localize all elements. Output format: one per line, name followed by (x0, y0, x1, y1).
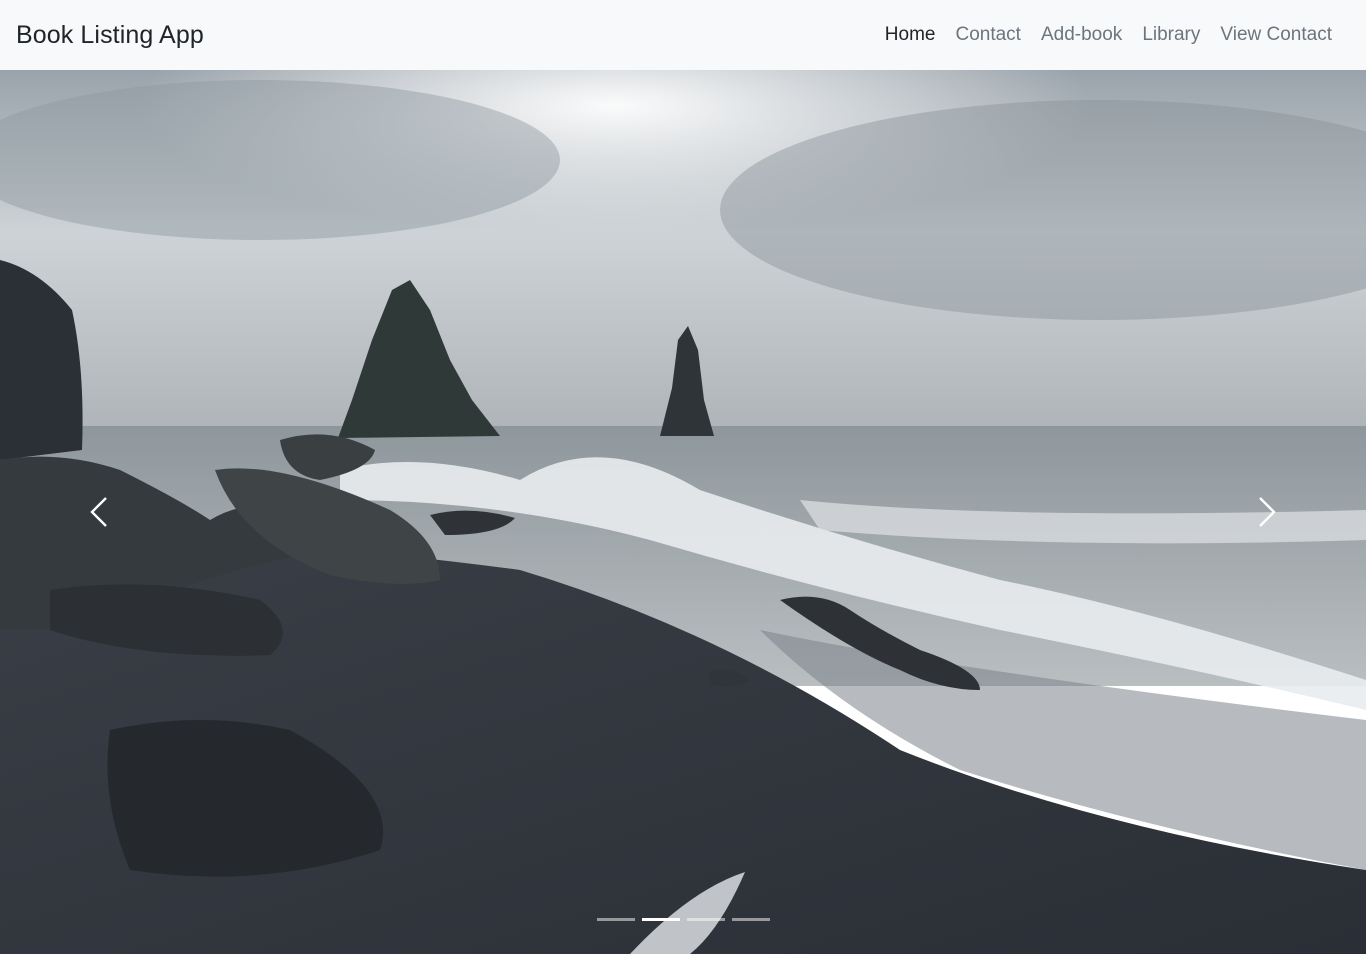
nav-link-home[interactable]: Home (875, 24, 946, 46)
carousel-indicator-1[interactable] (596, 918, 635, 921)
chevron-right-icon (1259, 497, 1276, 527)
carousel-indicator-4[interactable] (731, 918, 770, 921)
image-carousel (0, 70, 1366, 954)
navbar: Book Listing App Home Contact Add-book L… (0, 0, 1366, 70)
carousel-indicators (0, 918, 1366, 921)
nav-link-view-contact[interactable]: View Contact (1210, 24, 1342, 46)
nav-link-add-book[interactable]: Add-book (1031, 24, 1132, 46)
nav-links: Home Contact Add-book Library View Conta… (875, 24, 1342, 46)
carousel-indicator-3[interactable] (686, 918, 725, 921)
chevron-left-icon (90, 497, 107, 527)
carousel-indicator-2[interactable] (641, 918, 680, 921)
carousel-slide-image (0, 70, 1366, 954)
nav-link-library[interactable]: Library (1132, 24, 1210, 46)
carousel-prev-button[interactable] (0, 70, 200, 954)
carousel-next-button[interactable] (1166, 70, 1366, 954)
brand-link[interactable]: Book Listing App (16, 21, 204, 50)
nav-link-contact[interactable]: Contact (945, 24, 1030, 46)
